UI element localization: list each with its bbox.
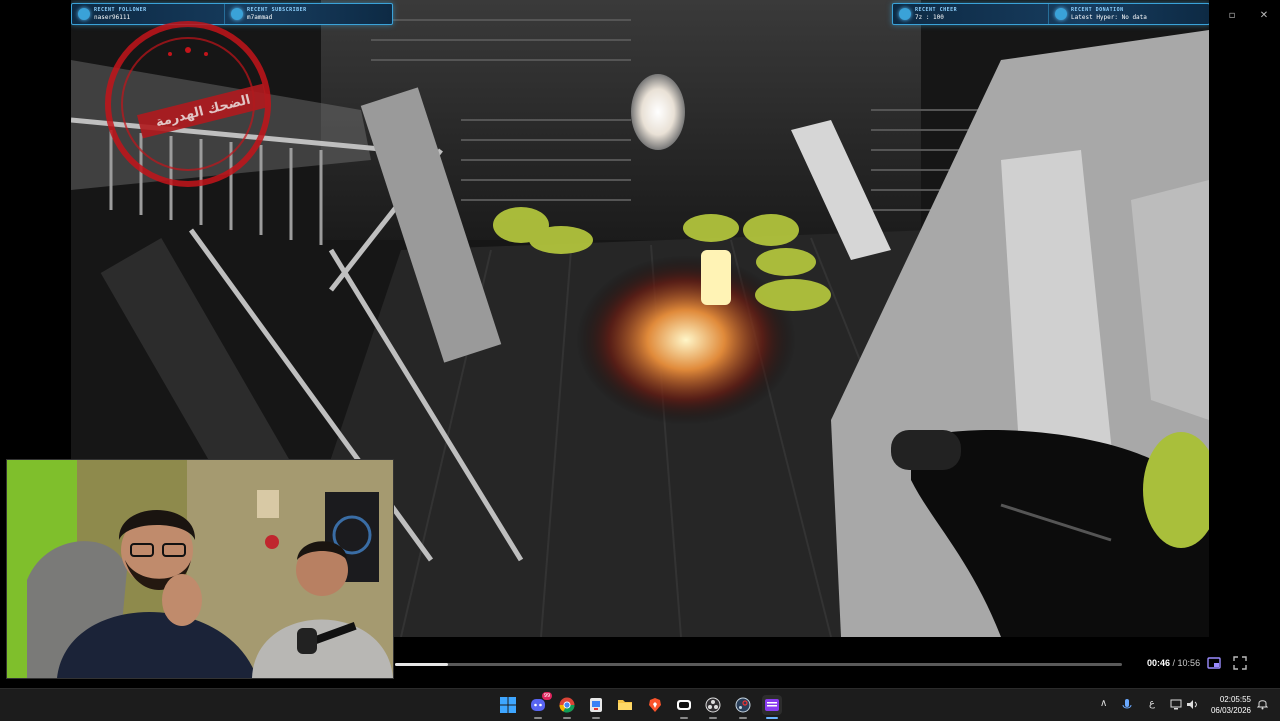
taskbar-app-stream[interactable]	[762, 695, 782, 719]
taskbar-app-brave[interactable]	[645, 695, 665, 715]
taskbar-app-discord[interactable]: 99	[528, 692, 552, 719]
clock-time: 02:05:55	[1219, 695, 1251, 704]
donation-icon	[1055, 8, 1068, 20]
recent-donation-value: Latest Hyper: No data	[1071, 14, 1147, 21]
taskbar-app-tablet[interactable]	[586, 695, 606, 719]
running-indicator	[592, 717, 600, 719]
discord-notification-badge: 99	[542, 692, 552, 700]
webcam-feed	[6, 459, 394, 679]
recent-cheer-value: 7z : 100	[915, 14, 944, 21]
active-app-indicator	[766, 717, 778, 719]
volume-icon[interactable]	[1186, 699, 1199, 710]
follower-icon	[78, 8, 90, 20]
running-indicator	[563, 717, 571, 719]
minimize-window-icon[interactable]: ▫	[1226, 10, 1238, 22]
cheer-icon	[899, 8, 911, 20]
chrome-icon	[559, 697, 575, 713]
running-indicator	[709, 717, 717, 719]
running-indicator	[680, 717, 688, 719]
channel-stamp-logo: الضحك الهدرمة	[98, 14, 278, 194]
obs-studio-icon	[705, 697, 721, 713]
seek-bar[interactable]	[395, 663, 1122, 666]
clock-date: 06/03/2026	[1210, 706, 1251, 715]
taskbar-clock[interactable]: 02:05:55 06/03/2026	[1205, 694, 1251, 716]
notification-bell-icon[interactable]	[1257, 698, 1268, 710]
fullscreen-icon[interactable]	[1233, 656, 1247, 670]
time-display: 00:46 / 10:56	[1147, 658, 1200, 668]
time-separator: /	[1170, 658, 1178, 668]
recent-events-overlay-right: RECENT CHEER 7z : 100 RECENT DONATION La…	[892, 3, 1209, 25]
input-language-indicator[interactable]: ع	[1149, 698, 1155, 709]
stream-app-icon	[765, 699, 779, 711]
picture-in-picture-icon[interactable]	[1207, 656, 1221, 670]
running-indicator	[739, 717, 747, 719]
start-button[interactable]	[498, 695, 518, 715]
taskbar-app-file-explorer[interactable]	[615, 695, 635, 715]
taskbar-app-chrome[interactable]	[557, 695, 577, 719]
capcut-icon	[677, 700, 691, 710]
steam-icon	[735, 697, 751, 713]
running-indicator	[534, 717, 542, 719]
webcam-image	[7, 460, 393, 678]
windows-start-icon	[500, 697, 516, 713]
taskbar-app-obs[interactable]	[703, 695, 723, 719]
seek-bar-fill	[395, 663, 449, 666]
close-window-icon[interactable]: ✕	[1258, 10, 1270, 22]
recent-donation-label: RECENT DONATION	[1071, 7, 1124, 13]
microphone-icon[interactable]	[1122, 698, 1132, 712]
recent-cheer-label: RECENT CHEER	[915, 7, 958, 13]
show-hidden-icons-chevron-up-icon[interactable]: ∧	[1100, 698, 1107, 709]
player-controls: 00:46 / 10:56	[395, 645, 1280, 685]
taskbar-app-steam[interactable]	[733, 695, 753, 719]
recent-follower-label: RECENT FOLLOWER	[94, 7, 147, 13]
taskbar-app-capcut[interactable]	[674, 695, 694, 719]
recent-subscriber-label: RECENT SUBSCRIBER	[247, 7, 307, 13]
brave-browser-icon	[649, 698, 661, 712]
taskbar: 99 ∧ ع 02:05:55 06/03/2026	[0, 688, 1280, 721]
file-explorer-icon	[618, 700, 632, 710]
current-time: 00:46	[1147, 658, 1171, 668]
total-time: 10:56	[1177, 658, 1201, 668]
tablet-app-icon	[590, 698, 602, 712]
network-icon[interactable]	[1170, 699, 1182, 710]
